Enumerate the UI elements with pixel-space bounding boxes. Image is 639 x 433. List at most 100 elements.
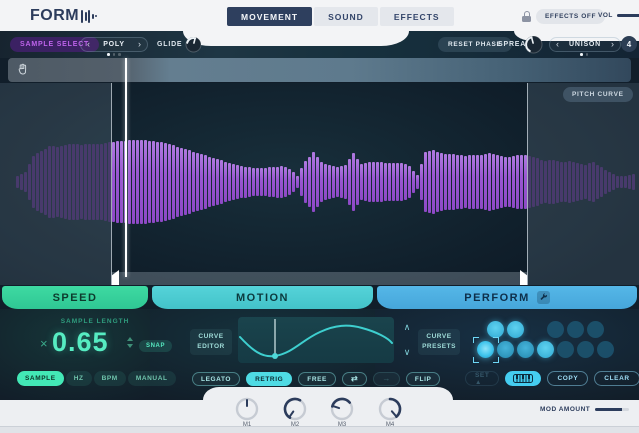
clear-button[interactable]: CLEAR: [594, 371, 639, 386]
retrig-button[interactable]: RETRIG: [246, 372, 292, 386]
poly-prev-icon[interactable]: ‹: [81, 40, 96, 49]
waveform-bar: [460, 155, 463, 208]
waveform-bar: [140, 140, 143, 224]
waveform-bar: [520, 155, 523, 210]
mod-amount-slider[interactable]: [595, 408, 629, 411]
perform-pad[interactable]: [597, 341, 614, 358]
perform-pad[interactable]: [567, 321, 584, 338]
spread-knob[interactable]: [524, 35, 543, 54]
sample-scrubber[interactable]: [8, 58, 631, 82]
perform-pad[interactable]: [487, 321, 504, 338]
tab-movement[interactable]: MOVEMENT: [227, 7, 312, 26]
copy-button[interactable]: COPY: [547, 371, 588, 386]
waveform-bar: [324, 164, 327, 201]
poly-selector[interactable]: ‹ POLY ›: [80, 37, 148, 52]
waveform-bars: [0, 83, 639, 285]
waveform-bar: [404, 164, 407, 199]
loop-button[interactable]: ⇄: [342, 372, 367, 386]
macro-knob-m1[interactable]: [234, 396, 260, 422]
unison-next-icon[interactable]: ›: [605, 40, 620, 49]
selection-end-line[interactable]: [527, 83, 528, 285]
mode-hz-button[interactable]: HZ: [66, 371, 92, 386]
waveform-bar: [36, 153, 39, 210]
perform-pad[interactable]: [477, 341, 494, 358]
poly-next-icon[interactable]: ›: [132, 40, 147, 49]
playhead-line[interactable]: [125, 58, 127, 277]
waveform-bar: [572, 162, 575, 202]
mode-manual-button[interactable]: MANUAL: [128, 371, 176, 386]
oneshot-button[interactable]: →: [373, 372, 400, 386]
waveform-bar: [120, 141, 123, 223]
waveform-bar: [228, 163, 231, 201]
keyboard-mode-button[interactable]: [505, 371, 541, 386]
selected-pad-bracket: [493, 337, 499, 343]
waveform-bar: [304, 161, 307, 203]
tab-sound[interactable]: SOUND: [314, 7, 378, 26]
glide-knob[interactable]: [185, 36, 202, 53]
waveform-bar: [592, 162, 595, 202]
waveform-bar: [528, 156, 531, 208]
waveform-bar: [628, 175, 631, 189]
waveform-bar: [428, 151, 431, 212]
motion-section-header[interactable]: MOTION: [152, 286, 373, 309]
flip-button[interactable]: FLIP: [406, 372, 440, 386]
unison-voices-badge[interactable]: 4: [621, 36, 637, 52]
curve-presets-button[interactable]: CURVE PRESETS: [418, 329, 460, 355]
unison-prev-icon[interactable]: ‹: [550, 40, 565, 49]
perform-pad[interactable]: [497, 341, 514, 358]
mode-sample-button[interactable]: SAMPLE: [17, 371, 64, 386]
tab-effects[interactable]: EFFECTS: [380, 7, 454, 26]
waveform-bar: [616, 176, 619, 188]
mod-amount-control: MOD AMOUNT: [540, 406, 629, 413]
waveform-bar: [544, 161, 547, 203]
waveform-bar: [396, 163, 399, 201]
waveform-bar: [192, 152, 195, 213]
perform-pad[interactable]: [547, 321, 564, 338]
waveform-bar: [280, 166, 283, 198]
effects-off-button[interactable]: EFFECTS OFF: [536, 9, 605, 24]
waveform-bar: [224, 162, 227, 203]
waveform-bar: [368, 162, 371, 202]
lock-icon[interactable]: [522, 11, 531, 22]
mode-bpm-button[interactable]: BPM: [94, 371, 126, 386]
legato-button[interactable]: LEGATO: [192, 372, 240, 386]
perform-pad[interactable]: [577, 341, 594, 358]
pitch-curve-button[interactable]: PITCH CURVE: [563, 87, 633, 102]
waveform-bar: [244, 167, 247, 198]
macro-knob-m2[interactable]: [282, 396, 308, 422]
waveform-bar: [344, 165, 347, 200]
waveform-bar: [548, 160, 551, 203]
perform-pad[interactable]: [537, 341, 554, 358]
unison-selector[interactable]: ‹ UNISON ›: [549, 37, 621, 52]
speed-section-header[interactable]: SPEED: [2, 286, 148, 309]
macro-knob-m3[interactable]: [329, 396, 355, 422]
perform-pad[interactable]: [557, 341, 574, 358]
motion-curve-display[interactable]: [238, 317, 394, 363]
waveform-bar: [532, 157, 535, 207]
waveform-bar: [400, 163, 403, 201]
waveform-bar: [236, 165, 239, 199]
waveform-bar: [160, 142, 163, 221]
curve-down-icon[interactable]: ∨: [404, 348, 411, 357]
set-button[interactable]: SET ▲: [465, 371, 499, 386]
free-button[interactable]: FREE: [298, 372, 336, 386]
value-stepper[interactable]: [127, 337, 133, 348]
waveform-bar: [24, 172, 27, 192]
wrench-icon[interactable]: [537, 291, 550, 304]
curve-editor-button[interactable]: CURVE EDITOR: [190, 329, 232, 355]
selection-start-line[interactable]: [111, 83, 112, 285]
waveform-bar: [624, 176, 627, 187]
waveform-bar: [420, 164, 423, 201]
perform-pad[interactable]: [587, 321, 604, 338]
perform-section-header[interactable]: PERFORM: [377, 286, 637, 309]
macro-knob-m4[interactable]: [377, 396, 403, 422]
snap-button[interactable]: SNAP: [139, 340, 172, 352]
waveform-bar: [456, 155, 459, 210]
waveform-bar: [384, 163, 387, 201]
sample-length-value[interactable]: 0.65: [52, 327, 109, 358]
perform-pad[interactable]: [507, 321, 524, 338]
poly-label: POLY: [103, 41, 125, 48]
curve-up-icon[interactable]: ∧: [404, 323, 411, 332]
volume-slider[interactable]: [617, 14, 639, 17]
perform-pad[interactable]: [517, 341, 534, 358]
